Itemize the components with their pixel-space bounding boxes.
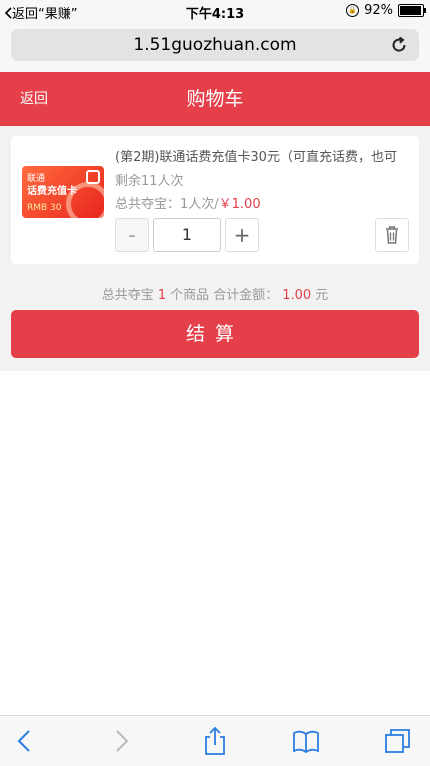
total-entries-label: 总共夺宝：1人次/ bbox=[115, 197, 219, 212]
cart-summary: 总共夺宝 1 个商品 合计金额： 1.00 元 bbox=[0, 284, 430, 303]
increase-button[interactable]: + bbox=[225, 218, 259, 252]
total-entries: 总共夺宝：1人次/￥1.00 bbox=[115, 193, 261, 212]
unicom-logo-icon bbox=[86, 170, 100, 184]
cart-content: 联通 话费充值卡 RMB 30 (第2期)联通话费充值卡30元（可直充话费，也可… bbox=[0, 126, 430, 371]
tabs-icon[interactable] bbox=[383, 726, 413, 756]
browser-toolbar bbox=[0, 715, 430, 766]
rotation-lock-icon: 🔒 bbox=[346, 4, 360, 17]
bookmarks-icon[interactable] bbox=[291, 726, 321, 756]
back-icon[interactable] bbox=[10, 726, 40, 756]
battery-icon bbox=[398, 4, 426, 17]
summary-amount: 1.00 bbox=[282, 288, 312, 303]
thumb-value: RMB 30 bbox=[27, 203, 62, 213]
summary-middle: 个商品 合计金额： bbox=[170, 288, 279, 303]
browser-bar: 1.51guozhuan.com bbox=[0, 22, 430, 72]
summary-count: 1 bbox=[157, 288, 167, 303]
reload-icon[interactable] bbox=[389, 35, 409, 55]
remaining-count: 剩余11人次 bbox=[115, 174, 184, 189]
share-icon[interactable] bbox=[200, 726, 230, 756]
page-title: 购物车 bbox=[186, 88, 244, 110]
product-name[interactable]: (第2期)联通话费充值卡30元（可直充话费，也可 bbox=[115, 146, 415, 165]
trash-icon bbox=[386, 226, 398, 244]
delete-button[interactable] bbox=[375, 218, 409, 252]
quantity-input[interactable] bbox=[153, 218, 221, 252]
status-right: 🔒 92% bbox=[346, 3, 426, 18]
forward-icon[interactable] bbox=[106, 726, 136, 756]
url-text: 1.51guozhuan.com bbox=[133, 35, 297, 55]
status-bar: 返回“果赚” 下午4:13 🔒 92% bbox=[0, 0, 430, 22]
cart-item-card: 联通 话费充值卡 RMB 30 (第2期)联通话费充值卡30元（可直充话费，也可… bbox=[11, 136, 419, 264]
checkout-button[interactable]: 结算 bbox=[11, 310, 419, 358]
summary-prefix: 总共夺宝 bbox=[101, 288, 154, 303]
battery-percent: 92% bbox=[364, 3, 393, 18]
summary-suffix: 元 bbox=[315, 288, 329, 303]
decrease-button[interactable]: - bbox=[115, 218, 149, 252]
quantity-stepper: - + bbox=[115, 218, 259, 252]
thumb-title: 话费充值卡 bbox=[27, 186, 77, 197]
product-thumbnail[interactable]: 联通 话费充值卡 RMB 30 bbox=[22, 166, 104, 218]
url-field[interactable]: 1.51guozhuan.com bbox=[11, 29, 419, 61]
item-price: ￥1.00 bbox=[218, 197, 261, 212]
page-header: 返回 购物车 bbox=[0, 72, 430, 126]
